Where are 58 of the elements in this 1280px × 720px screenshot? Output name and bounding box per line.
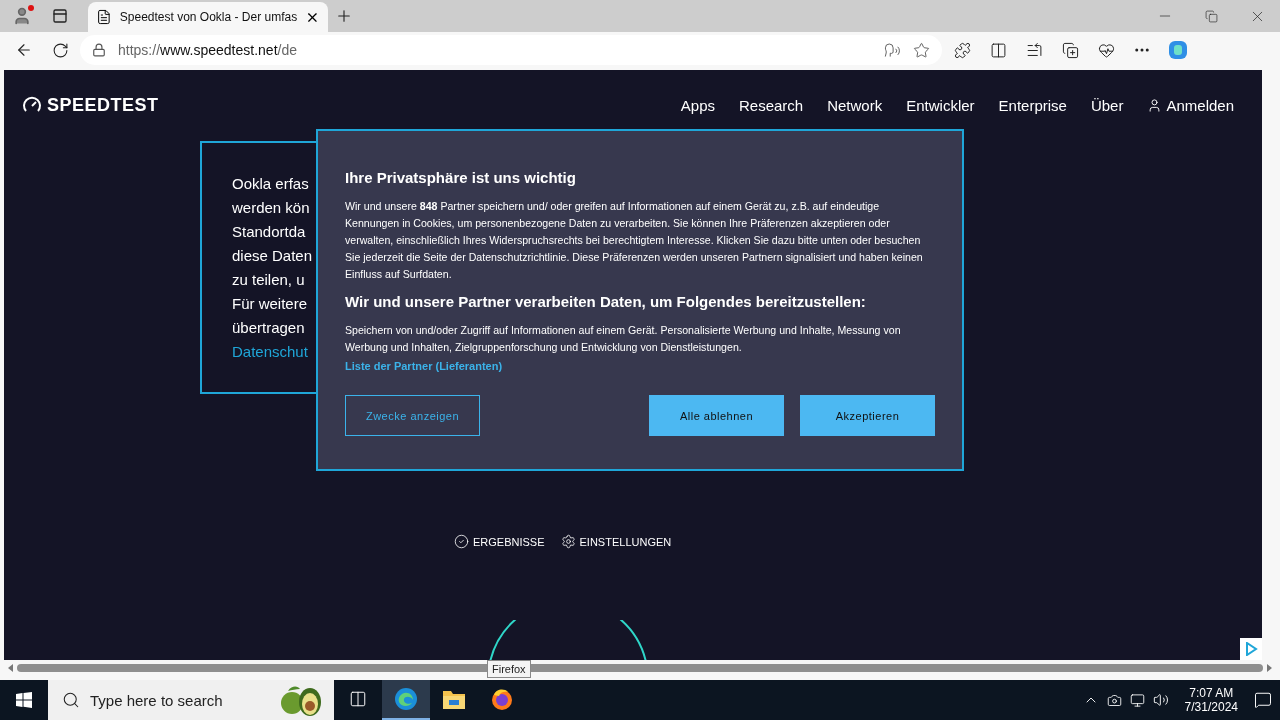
login-link[interactable]: Anmelden (1147, 96, 1234, 114)
consent-button[interactable]: Akzeptieren (800, 395, 935, 436)
edge-icon (394, 687, 418, 711)
clock[interactable]: 7:07 AM 7/31/2024 (1176, 686, 1246, 714)
notification-icon[interactable] (1254, 691, 1272, 709)
card-text: zu teilen, u (232, 271, 305, 288)
ad-choices-icon[interactable] (1240, 638, 1262, 660)
card-text: diese Daten (232, 247, 313, 264)
nav-link[interactable]: Über (1090, 96, 1124, 114)
settings-icon (560, 534, 576, 549)
new-tab-icon[interactable] (335, 7, 353, 25)
card-text: werden kön (232, 199, 310, 216)
windows-logo-icon (16, 692, 32, 708)
dialog-title: Ihre Privatsphäre ist uns wichtig (345, 169, 577, 186)
tab-title: Speedtest von Ookla - Der umfas (119, 10, 298, 24)
restore-icon[interactable] (1204, 9, 1218, 23)
page-icon (96, 9, 112, 25)
nav-link[interactable]: Network (827, 96, 883, 114)
volume-icon[interactable] (1152, 692, 1169, 708)
address-field[interactable]: https://www.speedtest.net/de (80, 35, 942, 65)
notification-dot (28, 5, 34, 11)
taskbar-search-field[interactable]: Type here to search (48, 680, 334, 720)
task-view-icon[interactable] (349, 690, 367, 708)
nav-link[interactable]: Research (739, 96, 804, 114)
folder-icon (442, 688, 466, 710)
card-text: übertragen (232, 319, 305, 336)
firefox-icon (490, 687, 514, 711)
check-circle-icon (454, 534, 469, 549)
camera-icon[interactable] (1106, 692, 1122, 708)
reload-icon[interactable] (51, 41, 69, 59)
search-icon (62, 691, 80, 709)
card-text: Standortda (232, 223, 306, 240)
user-icon (1147, 97, 1163, 113)
lock-icon (92, 43, 106, 57)
card-text: Für weitere (232, 295, 308, 312)
partners-link[interactable]: Liste der Partner (Lieferanten) (345, 360, 503, 372)
page-link[interactable]: ERGEBNISSE (454, 534, 545, 549)
nav-link[interactable]: Enterprise (998, 96, 1067, 114)
favorite-star-icon[interactable] (913, 41, 930, 59)
nav-link[interactable]: Apps (680, 96, 715, 114)
taskbar-app-button[interactable] (382, 680, 430, 720)
nav-link[interactable]: Entwickler (906, 96, 975, 114)
purposes-text: Speichern von und/oder Zugriff auf Informationen auf einem Gerät. Personalisierte Werbung und Inhalte, Messung von Werbung und Inhalten, Zielgruppenforschung und Entwicklung von Dienstleistungen. (345, 323, 902, 355)
privacy-link[interactable]: Datenschut (232, 343, 308, 360)
card-text: Ookla erfas (232, 175, 309, 192)
dialog-text: Wir und unsere 848 Partner speichern und/ oder greifen auf Informationen auf einem Gerät zu, z.B. auf eindeutige Kennungen in Cookies, um personenbezogene Daten zu verarbeiten. Sie können Ihre Präferenzen akzeptieren oder verwalten, einschließlich Ihres Widerspruchsrechts bei berechtigtem Interesse. Klicken Sie dazu bitte unten oder besuchen Sie jederzeit die Seite der Datenschutzrichtlinie. Diese Präferenzen werden unseren Partnern signalisiert und haben keinen Einfluss auf Surfdaten. (345, 199, 924, 282)
tab-actions-icon[interactable] (52, 8, 68, 24)
browser-tab[interactable]: Speedtest von Ookla - Der umfas (88, 2, 328, 32)
profile-icon[interactable] (12, 6, 32, 26)
consent-button[interactable]: Zwecke anzeigen (345, 395, 480, 436)
speedtest-logo[interactable]: SPEEDTEST (22, 94, 159, 116)
page-link[interactable]: EINSTELLUNGEN (560, 534, 672, 549)
back-icon[interactable] (15, 41, 33, 59)
read-aloud-icon[interactable] (884, 41, 901, 59)
consent-button[interactable]: Alle ablehnen (649, 395, 784, 436)
tooltip: Firefox (487, 660, 531, 678)
network-icon[interactable] (1129, 692, 1145, 708)
dialog-subtitle: Wir und unsere Partner verarbeiten Daten, um Folgendes bereitzustellen: (345, 293, 867, 310)
